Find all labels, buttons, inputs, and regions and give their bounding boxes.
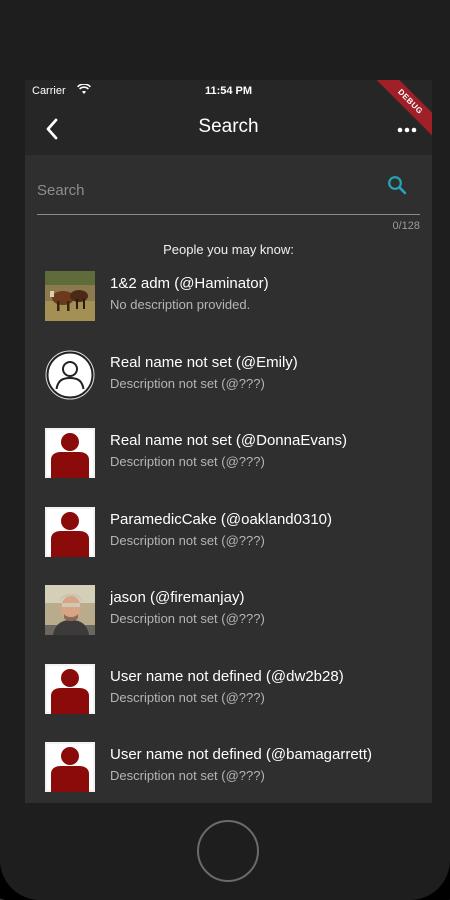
status-bar: Carrier 11:54 PM [25, 80, 432, 102]
status-time: 11:54 PM [204, 85, 253, 97]
list-item[interactable]: Real name not set (@DonnaEvans) Descript… [25, 417, 432, 496]
list-item[interactable]: ParamedicCake (@oakland0310) Description… [25, 496, 432, 575]
phone-frame: Carrier 11:54 PM Search DEBUG Search 0/1… [0, 0, 450, 900]
search-icon[interactable] [386, 174, 408, 196]
user-red-icon [45, 506, 95, 557]
search-bar [37, 170, 420, 215]
people-list: 1&2 adm (@Haminator) No description prov… [25, 260, 432, 803]
page-title: Search [198, 116, 259, 137]
avatar [45, 271, 95, 321]
avatar [45, 506, 95, 557]
person-name: ParamedicCake (@oakland0310) [110, 510, 333, 528]
avatar [45, 585, 95, 635]
list-item[interactable]: jason (@firemanjay) Description not set … [25, 574, 432, 653]
person-name: User name not defined (@dw2b28) [110, 667, 344, 685]
list-item[interactable]: User name not defined (@bamagarrett) Des… [25, 731, 432, 803]
person-description: Description not set (@???) [110, 689, 265, 705]
user-red-icon [45, 428, 95, 478]
person-name: Real name not set (@Emily) [110, 353, 298, 371]
list-item[interactable]: Real name not set (@Emily) Description n… [25, 339, 432, 418]
avatar [45, 350, 95, 400]
person-description: Description not set (@???) [110, 532, 265, 548]
photo-animals-icon [45, 271, 95, 321]
person-description: Description not set (@???) [110, 611, 265, 626]
person-description: No description provided. [110, 297, 251, 312]
list-item[interactable]: 1&2 adm (@Haminator) No description prov… [25, 260, 432, 339]
app-bar: Search [25, 102, 432, 155]
home-button[interactable] [197, 820, 259, 882]
avatar [45, 428, 95, 478]
photo-person-icon [45, 585, 95, 635]
person-description: Description not set (@???) [110, 454, 265, 469]
person-name: Real name not set (@DonnaEvans) [110, 432, 348, 449]
app-screen: Carrier 11:54 PM Search DEBUG Search 0/1… [25, 80, 432, 803]
search-underline [37, 214, 420, 215]
person-description: Description not set (@???) [110, 375, 265, 391]
avatar [45, 742, 95, 792]
user-outline-icon [45, 350, 95, 399]
person-description: Description not set (@???) [110, 768, 265, 783]
more-horizontal-icon[interactable] [396, 119, 418, 141]
person-name: 1&2 adm (@Haminator) [110, 275, 269, 292]
search-input[interactable] [37, 170, 377, 210]
avatar [45, 663, 95, 714]
user-red-icon [45, 742, 95, 792]
person-name: User name not defined (@bamagarrett) [110, 746, 373, 763]
list-item[interactable]: User name not defined (@dw2b28) Descript… [25, 653, 432, 732]
section-heading: People you may know: [163, 242, 294, 257]
character-counter: 0/128 [392, 220, 420, 232]
user-red-icon [45, 663, 95, 714]
person-name: jason (@firemanjay) [110, 589, 245, 606]
